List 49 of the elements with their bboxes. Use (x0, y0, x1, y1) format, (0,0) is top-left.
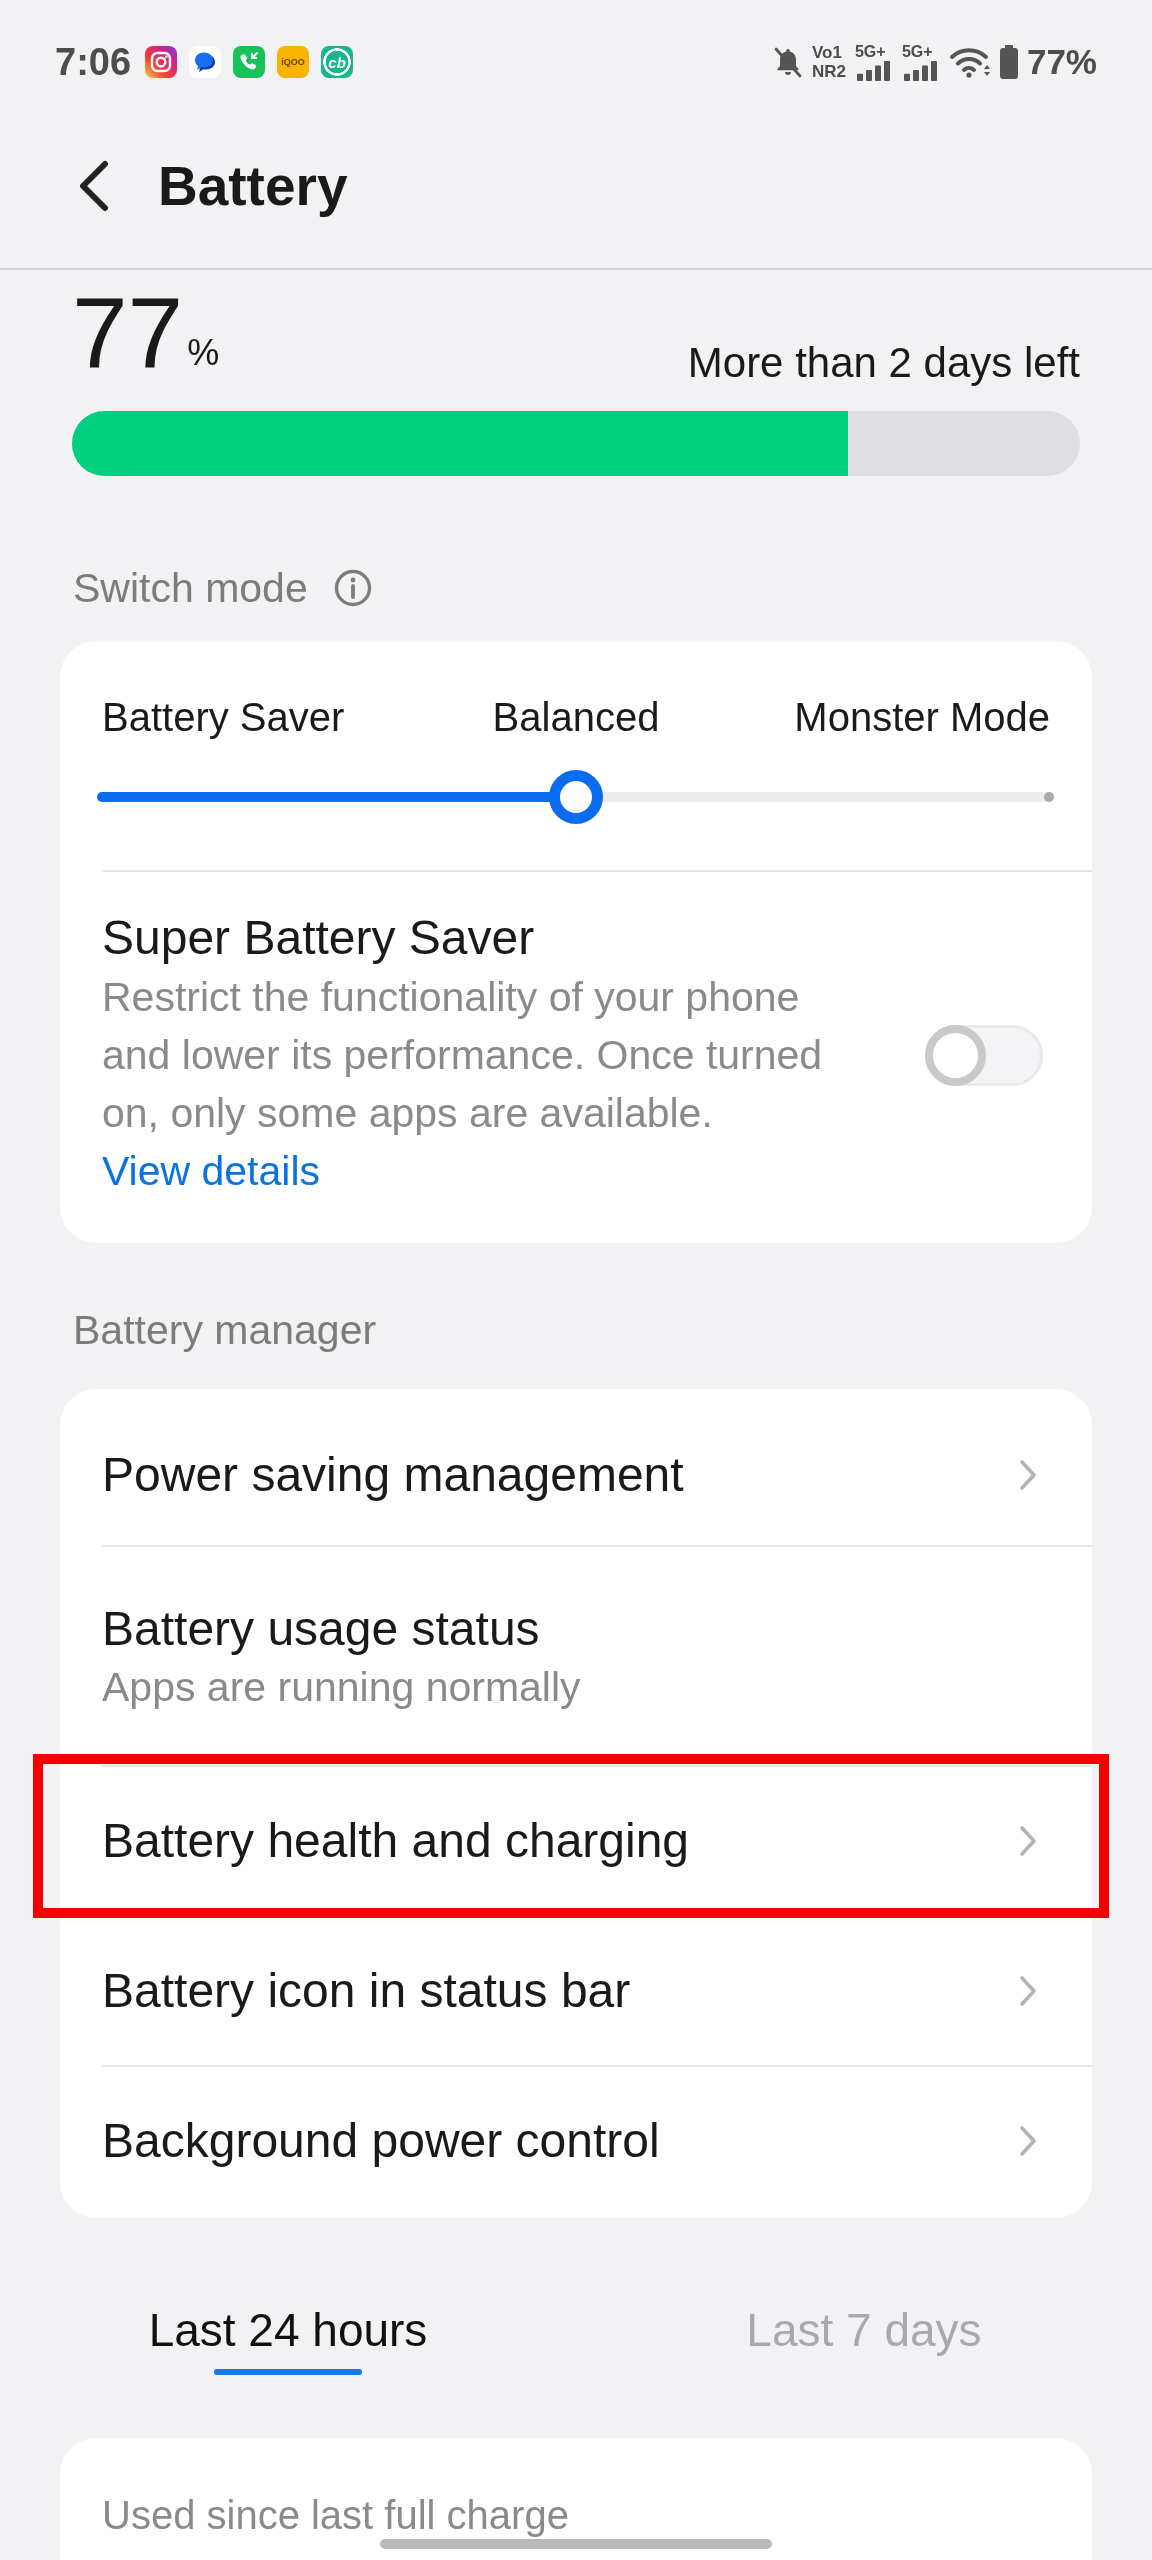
setting-title: Super Battery Saver (102, 910, 536, 966)
network-label: NR2 (811, 62, 846, 81)
super-battery-saver-toggle[interactable] (925, 1024, 1043, 1086)
wifi-icon (948, 45, 991, 79)
item-title: Battery icon in status bar (102, 1963, 631, 2019)
network-label: Vo1 (811, 43, 843, 62)
setting-description: Restrict the functionality of your phone and lower its performance. Once turned on, only some apps are available. View details (102, 973, 824, 1196)
chevron-right-icon (1019, 2125, 1037, 2157)
battery-percentage-value: 77 (72, 283, 184, 383)
page-title: Battery (158, 154, 348, 218)
mode-label: Balanced (491, 694, 661, 741)
network-type-label: 5G+ (901, 43, 933, 61)
battery-percentage: 77% (1026, 41, 1097, 83)
view-details-link[interactable]: View details (102, 1148, 321, 1194)
percent-unit: % (187, 335, 220, 375)
camera-icon (145, 46, 178, 78)
period-tab[interactable]: Last 24 hours (148, 2303, 428, 2375)
section-title: Switch mode (73, 564, 308, 612)
usage-card-title: Used since last full charge (102, 2495, 569, 2535)
app-logo: iQOO (277, 46, 310, 78)
item-subtitle: Apps are running normally (102, 1663, 581, 1711)
chevron-right-icon (1019, 1825, 1037, 1857)
signal-bars-icon (901, 61, 940, 81)
mode-label: Monster Mode (793, 694, 1050, 741)
settings-item[interactable]: Background power control (102, 2065, 1092, 2215)
item-title: Battery health and charging (102, 1813, 690, 1869)
mode-slider-track[interactable] (97, 770, 1054, 824)
chevron-right-icon (1019, 1975, 1037, 2007)
section-title: Battery manager (73, 1306, 377, 1354)
item-title: Battery usage status (102, 1601, 541, 1657)
info-icon[interactable] (333, 569, 372, 607)
app-logo: cb (321, 46, 354, 78)
slider-thumb[interactable] (548, 770, 603, 824)
battery-icon (999, 45, 1018, 79)
track-end-dot-icon (1044, 792, 1054, 802)
settings-item[interactable]: Battery icon in status bar (102, 1915, 1092, 2065)
phone-icon (233, 46, 266, 78)
chevron-right-icon (1019, 1459, 1037, 1491)
settings-item[interactable]: Battery usage status Apps are running normally (102, 1545, 1092, 1765)
settings-item[interactable]: Battery health and charging (102, 1765, 1092, 1915)
settings-item[interactable]: Power saving management (102, 1389, 1092, 1545)
item-title: Power saving management (102, 1447, 684, 1503)
signal-bars-icon (854, 61, 893, 81)
mode-label: Battery Saver (102, 694, 346, 741)
chat-bubble-icon (189, 46, 222, 78)
item-title: Background power control (102, 2113, 660, 2169)
network-type-label: 5G+ (854, 43, 886, 61)
clock-time: 7:06 (55, 40, 132, 84)
back-icon[interactable] (77, 160, 111, 212)
